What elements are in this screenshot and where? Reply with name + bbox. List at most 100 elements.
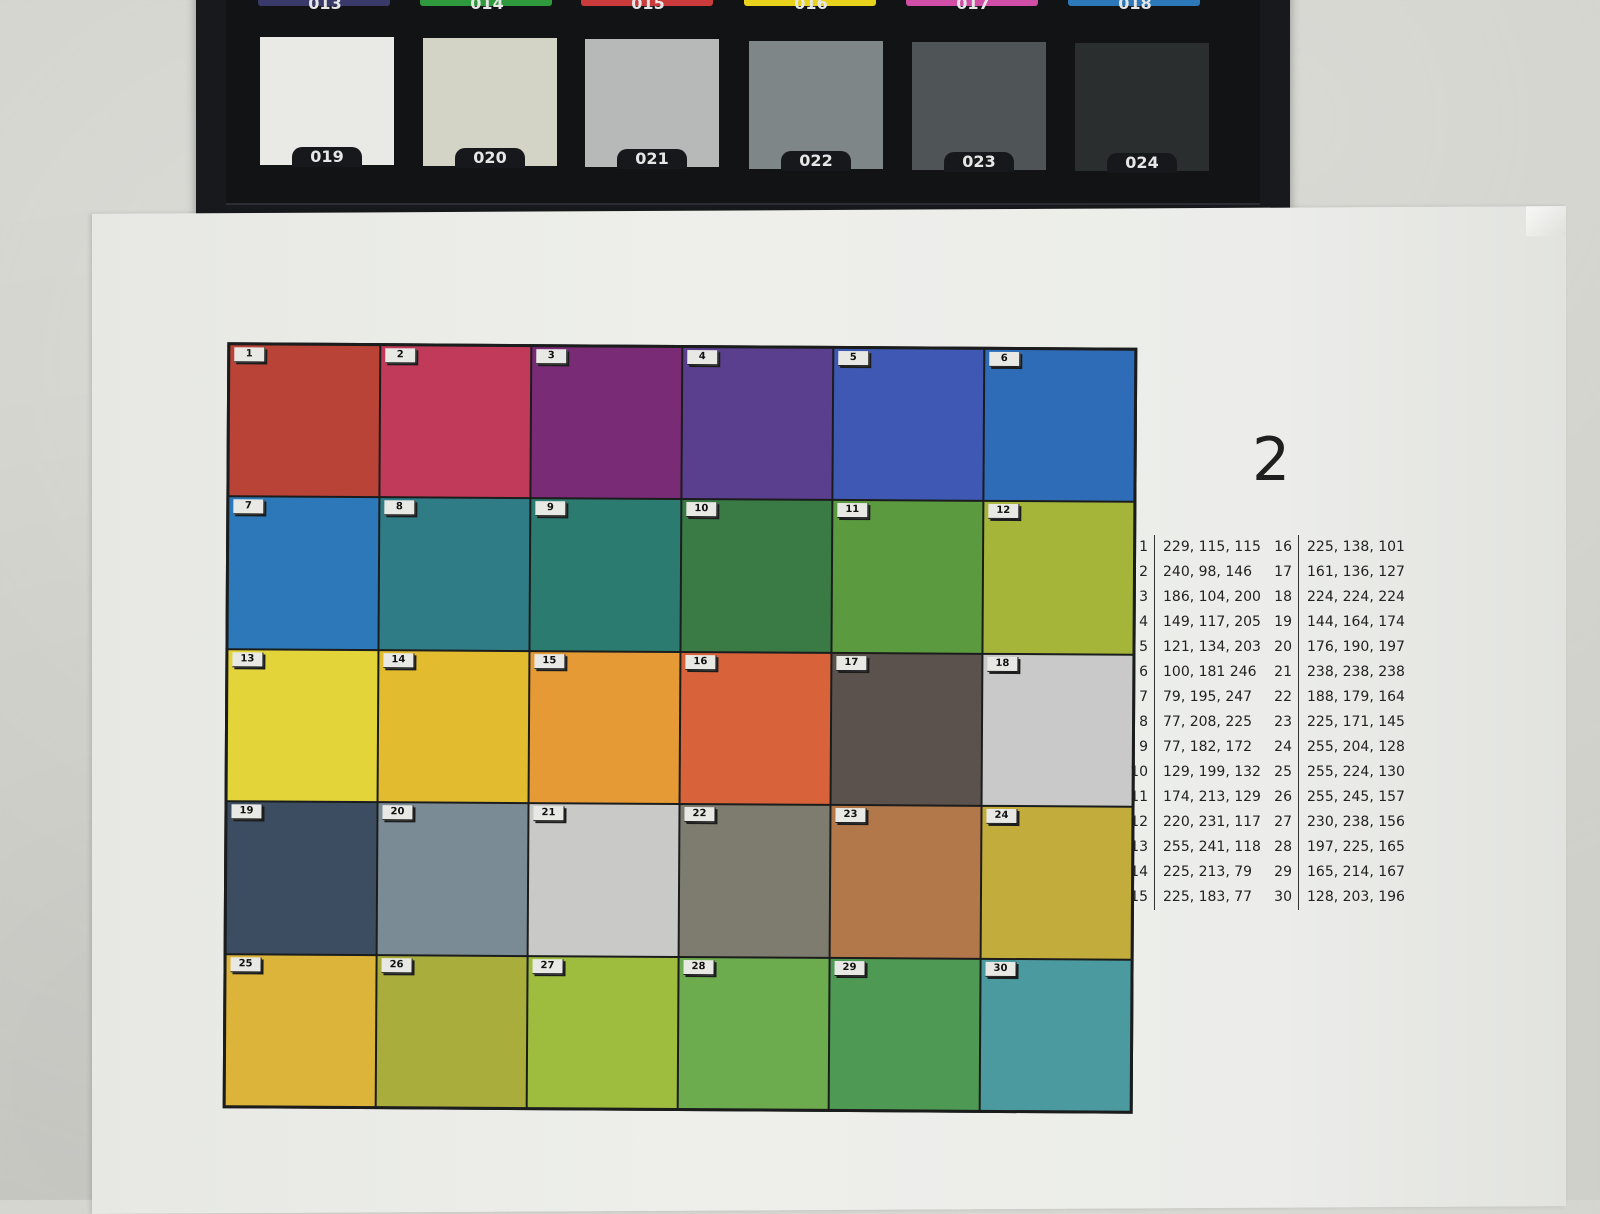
color-patch-28: 28 <box>678 957 829 1109</box>
rgb-row-value: 225, 213, 79 <box>1154 860 1252 885</box>
patch-number-label: 3 <box>536 349 568 365</box>
color-patch-18: 18 <box>982 654 1133 806</box>
rgb-row-value: 121, 134, 203 <box>1154 635 1261 660</box>
rgb-row-index: 5 <box>1139 639 1148 655</box>
target-patch-label: 013 <box>308 0 342 13</box>
rgb-row-value: 238, 238, 238 <box>1298 660 1405 685</box>
rgb-row-index: 27 <box>1274 814 1292 830</box>
rgb-row-index: 24 <box>1274 739 1292 755</box>
patch-number-label: 17 <box>836 655 868 671</box>
color-patch-27: 27 <box>527 956 678 1108</box>
rgb-row-value: 220, 231, 117 <box>1154 810 1261 835</box>
rgb-row-value: 240, 98, 146 <box>1154 560 1252 585</box>
rgb-row-index: 30 <box>1274 889 1292 905</box>
color-checker-frame: 013 014 015 016 017 018 019 020 021 022 023 024 <box>226 0 1260 205</box>
target-patch-label: 018 <box>1118 0 1152 13</box>
patch-number-label: 2 <box>385 348 417 364</box>
rgb-row-index: 9 <box>1139 739 1148 755</box>
patch-number-label: 8 <box>384 500 416 516</box>
patch-number-label: 18 <box>987 656 1019 672</box>
rgb-row-value: 225, 138, 101 <box>1298 535 1405 560</box>
paper-corner-fold <box>1526 206 1566 237</box>
rgb-table-row: 5 121, 134, 203 <box>1118 635 1261 660</box>
rgb-row-index: 4 <box>1139 614 1148 630</box>
rgb-table-row: 2 240, 98, 146 <box>1118 560 1261 585</box>
color-patch-9: 9 <box>530 499 681 651</box>
rgb-table-row: 30 128, 203, 196 <box>1262 885 1405 910</box>
target-patch-label: 023 <box>944 151 1014 172</box>
target-patch-bottom-2 <box>585 39 719 168</box>
rgb-row-index: 29 <box>1274 864 1292 880</box>
color-patch-10: 10 <box>681 500 832 652</box>
rgb-table-row: 4 149, 117, 205 <box>1118 610 1261 635</box>
color-patch-11: 11 <box>832 501 983 653</box>
rgb-row-value: 165, 214, 167 <box>1298 860 1405 885</box>
rgb-row-value: 197, 225, 165 <box>1298 835 1405 860</box>
color-patch-12: 12 <box>983 502 1134 654</box>
patch-number-label: 29 <box>834 960 866 976</box>
rgb-row-value: 188, 179, 164 <box>1298 685 1405 710</box>
rgb-table-row: 3 186, 104, 200 <box>1118 585 1261 610</box>
target-patch-label: 020 <box>455 148 525 169</box>
patch-number-label: 19 <box>231 804 263 820</box>
rgb-row-value: 149, 117, 205 <box>1154 610 1261 635</box>
patch-number-label: 23 <box>835 808 867 824</box>
rgb-table-row: 26 255, 245, 157 <box>1262 785 1405 810</box>
rgb-row-value: 128, 203, 196 <box>1298 885 1405 910</box>
rgb-table-row: 18 224, 224, 224 <box>1262 585 1405 610</box>
patch-number-label: 11 <box>837 503 869 519</box>
rgb-row-index: 6 <box>1139 664 1148 680</box>
target-patch-label: 014 <box>470 0 504 13</box>
rgb-row-index: 21 <box>1274 664 1292 680</box>
color-patch-17: 17 <box>831 653 982 806</box>
target-patch-bottom-4 <box>912 41 1046 170</box>
rgb-table-row: 12 220, 231, 117 <box>1118 810 1261 835</box>
color-patch-23: 23 <box>830 806 981 958</box>
rgb-table-row: 8 77, 208, 225 <box>1118 710 1261 735</box>
rgb-row-index: 25 <box>1274 764 1292 780</box>
rgb-row-index: 2 <box>1139 564 1148 580</box>
target-patch-bottom-3 <box>749 40 883 169</box>
rgb-table-row: 25 255, 224, 130 <box>1262 760 1405 785</box>
rgb-row-index: 14 <box>1130 864 1148 880</box>
rgb-table-row: 21 238, 238, 238 <box>1262 660 1405 685</box>
rgb-row-index: 17 <box>1274 564 1292 580</box>
color-patch-7: 7 <box>228 497 379 649</box>
rgb-row-value: 161, 136, 127 <box>1298 560 1405 585</box>
patch-number-label: 1 <box>234 347 266 363</box>
rgb-row-index: 13 <box>1130 839 1148 855</box>
patch-number-label: 28 <box>683 959 715 975</box>
patch-number-label: 25 <box>230 956 262 973</box>
color-patch-6: 6 <box>984 349 1135 502</box>
patch-number-label: 30 <box>985 961 1017 977</box>
rgb-row-value: 225, 183, 77 <box>1154 885 1252 910</box>
patch-number-label: 26 <box>381 957 413 973</box>
patch-number-label: 13 <box>232 652 264 668</box>
rgb-row-value: 77, 182, 172 <box>1154 735 1252 760</box>
rgb-row-value: 255, 204, 128 <box>1298 735 1405 760</box>
rgb-row-index: 12 <box>1130 814 1148 830</box>
rgb-table-row: 9 77, 182, 172 <box>1118 735 1261 760</box>
patch-number-label: 20 <box>382 805 414 821</box>
color-patch-3: 3 <box>531 347 682 499</box>
rgb-table-row: 23 225, 171, 145 <box>1262 710 1405 735</box>
rgb-row-index: 11 <box>1130 789 1148 805</box>
rgb-row-value: 186, 104, 200 <box>1154 585 1261 610</box>
color-patch-4: 4 <box>682 348 833 500</box>
rgb-table-right: 16 225, 138, 101 17 161, 136, 127 18 224, 224… <box>1262 535 1405 910</box>
rgb-table-row: 28 197, 225, 165 <box>1262 835 1405 860</box>
rgb-table-row: 7 79, 195, 247 <box>1118 685 1261 710</box>
color-patch-30: 30 <box>980 959 1131 1111</box>
rgb-row-index: 8 <box>1139 714 1148 730</box>
rgb-row-value: 176, 190, 197 <box>1298 635 1405 660</box>
rgb-table-row: 24 255, 204, 128 <box>1262 735 1405 760</box>
color-patch-13: 13 <box>227 650 378 802</box>
rgb-row-index: 28 <box>1274 839 1292 855</box>
rgb-row-value: 225, 171, 145 <box>1298 710 1405 735</box>
patch-number-label: 16 <box>685 654 717 671</box>
rgb-table-row: 20 176, 190, 197 <box>1262 635 1405 660</box>
color-patch-2: 2 <box>380 346 531 498</box>
rgb-table-row: 6 100, 181 246 <box>1118 660 1261 685</box>
rgb-row-index: 19 <box>1274 614 1292 630</box>
rgb-row-value: 129, 199, 132 <box>1154 760 1261 785</box>
